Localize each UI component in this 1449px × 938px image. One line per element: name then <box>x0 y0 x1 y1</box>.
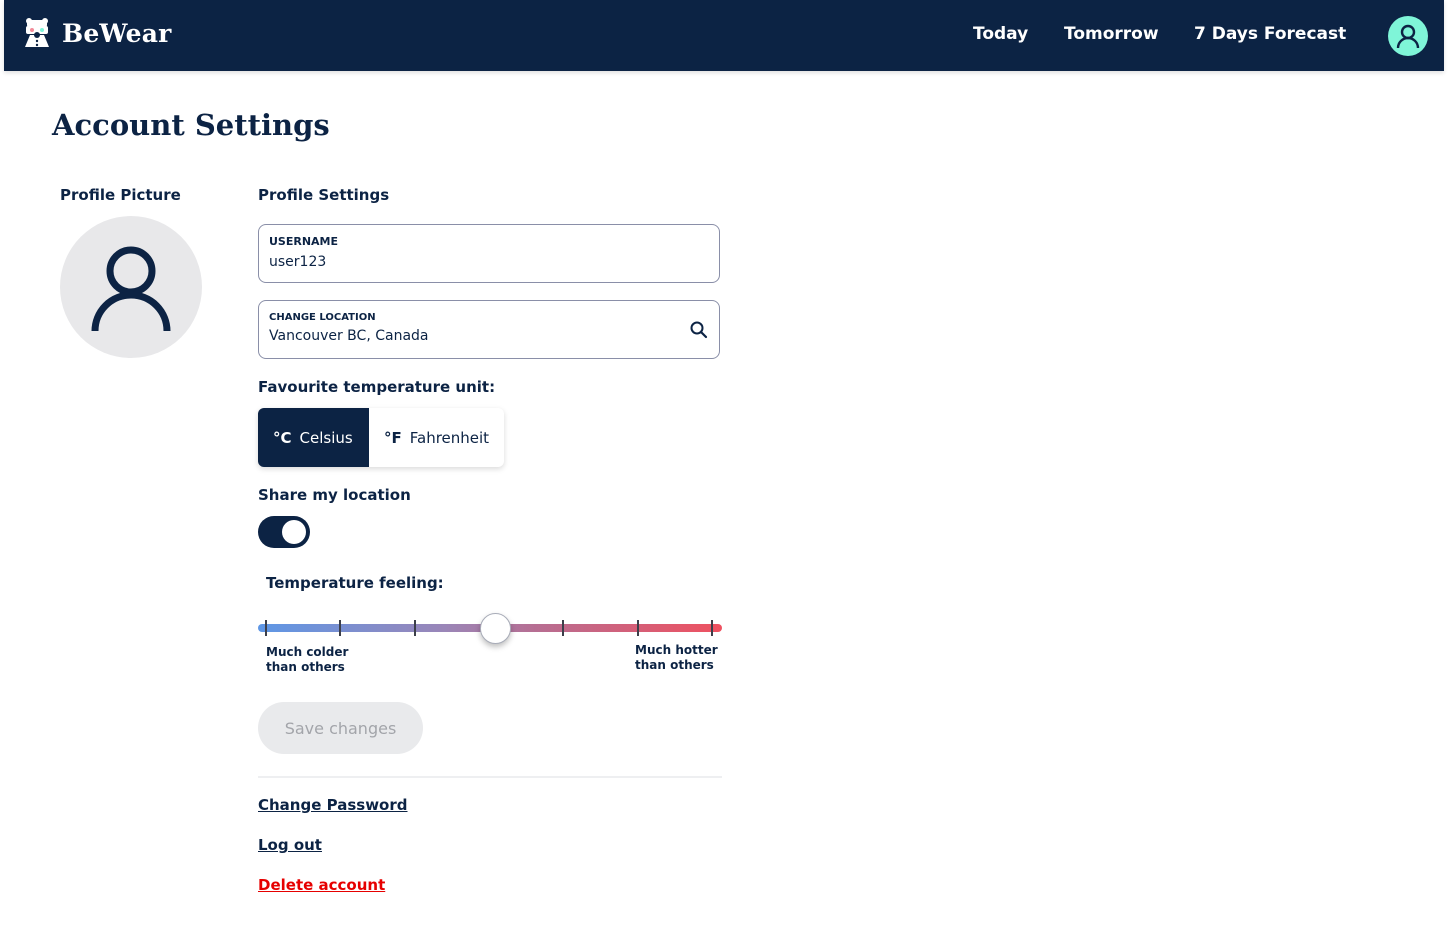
user-icon <box>1396 24 1420 49</box>
log-out-link[interactable]: Log out <box>258 836 322 854</box>
user-placeholder-icon <box>91 246 171 332</box>
brand-name: BeWear <box>62 18 172 48</box>
profile-picture-label: Profile Picture <box>60 186 181 204</box>
slider-min-text: Much colder than others <box>266 645 349 674</box>
slider-max-text: Much hotter than others <box>635 643 718 672</box>
change-password-link[interactable]: Change Password <box>258 796 408 814</box>
username-label: USERNAME <box>269 235 339 248</box>
nav-7-days-forecast[interactable]: 7 Days Forecast <box>1194 24 1346 44</box>
bear-logo-icon <box>25 18 49 47</box>
temperature-feeling-label: Temperature feeling: <box>266 574 444 592</box>
unit-option-celsius[interactable]: °C Celsius <box>258 408 369 467</box>
slider-tick <box>265 620 267 636</box>
nav-today[interactable]: Today <box>973 24 1028 44</box>
unit-option-fahrenheit[interactable]: °F Fahrenheit <box>369 408 504 467</box>
location-input[interactable] <box>269 328 669 344</box>
profile-settings-label: Profile Settings <box>258 186 390 204</box>
location-field[interactable]: CHANGE LOCATION <box>258 300 720 359</box>
search-icon[interactable] <box>689 320 709 340</box>
temperature-unit-label: Favourite temperature unit: <box>258 378 496 396</box>
toggle-knob <box>282 520 306 544</box>
divider <box>258 776 722 778</box>
slider-tick <box>413 620 416 636</box>
nav-tomorrow[interactable]: Tomorrow <box>1064 24 1159 44</box>
save-changes-button[interactable]: Save changes <box>258 702 423 754</box>
share-location-label: Share my location <box>258 486 411 504</box>
slider-tick <box>562 620 565 636</box>
celsius-label: Celsius <box>299 428 353 447</box>
username-input[interactable] <box>269 254 669 270</box>
slider-max-label: Much hotter than others <box>635 643 725 673</box>
page-title: Account Settings <box>52 108 330 142</box>
account-avatar-button[interactable] <box>1388 16 1428 56</box>
delete-account-link[interactable]: Delete account <box>258 876 385 894</box>
celsius-symbol: °C <box>273 428 292 447</box>
username-field[interactable]: USERNAME <box>258 224 720 283</box>
slider-tick <box>711 620 713 636</box>
fahrenheit-symbol: °F <box>384 428 402 447</box>
slider-tick <box>636 620 639 636</box>
slider-thumb[interactable] <box>479 613 511 644</box>
fahrenheit-label: Fahrenheit <box>409 428 490 447</box>
share-location-toggle[interactable] <box>258 516 310 548</box>
temperature-unit-toggle: °C Celsius °F Fahrenheit <box>258 408 504 467</box>
top-navigation-bar: BeWear Today Tomorrow 7 Days Forecast <box>4 0 1444 71</box>
slider-tick <box>339 620 342 636</box>
slider-min-label: Much colder than others <box>266 645 356 675</box>
location-label: CHANGE LOCATION <box>269 312 376 323</box>
brand[interactable]: BeWear <box>20 16 172 50</box>
profile-picture[interactable] <box>60 216 202 358</box>
